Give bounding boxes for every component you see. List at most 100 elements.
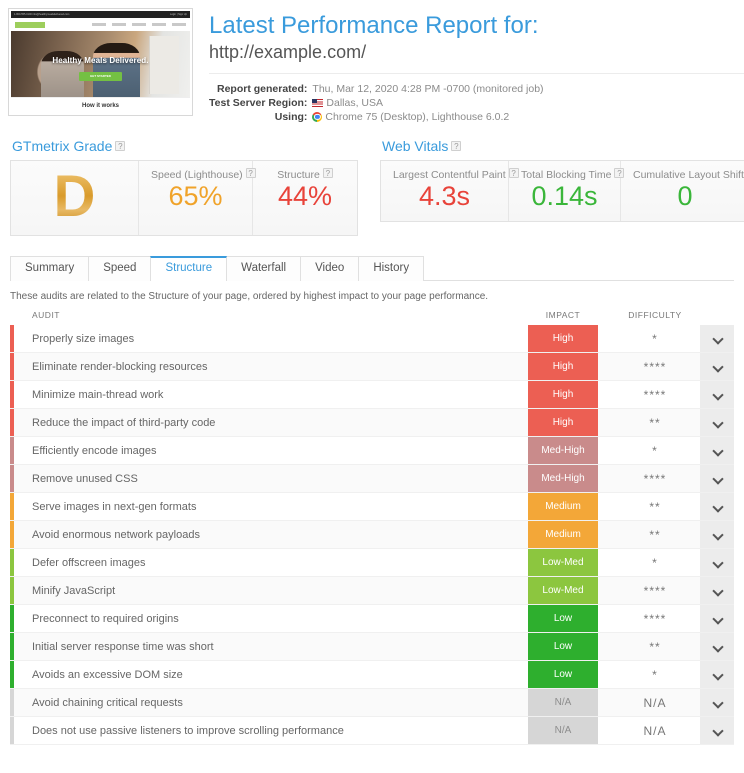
expand-row-button[interactable] [700,409,734,437]
chevron-down-icon [713,390,722,399]
help-icon-structure[interactable]: ? [322,168,333,179]
lcp-label-text: Largest Contentful Paint [393,169,506,182]
column-header-impact: IMPACT [545,310,581,321]
table-row[interactable]: Does not use passive listeners to improv… [10,717,734,746]
impact-badge: Low [528,605,598,633]
gtmetrix-grade-heading-text: GTmetrix Grade [12,138,113,155]
expand-row-button[interactable] [700,465,734,493]
chevron-down-icon [713,586,722,595]
expand-row-button[interactable] [700,353,734,381]
audit-table: AUDIT IMPACT DIFFICULTY Properly size im… [10,310,734,746]
expand-row-button[interactable] [700,661,734,689]
table-row[interactable]: Defer offscreen images Low-Med * [10,549,734,578]
expand-row-button[interactable] [700,717,734,745]
impact-badge: Low [528,633,598,661]
help-icon-web-vitals[interactable]: ? [451,141,462,152]
expand-row-button[interactable] [700,633,734,661]
report-tabs: Summary Speed Structure Waterfall Video Histo… [10,256,734,283]
table-row[interactable]: Serve images in next-gen formats Medium ** [10,493,734,522]
tab-video[interactable]: Video [300,256,360,282]
gtmetrix-report-page: 1-800-555-0100 info@healthymealsdelivere… [0,0,744,773]
audit-name: Avoid enormous network payloads [32,528,200,541]
table-row[interactable]: Eliminate render-blocking resources High *… [10,353,734,382]
impact-badge: High [528,353,598,381]
expand-row-button[interactable] [700,437,734,465]
report-header-details: Latest Performance Report for: http://ex… [193,8,744,124]
thumbnail-headline: Healthy Meals Delivered. [52,55,149,65]
speed-score-label-text: Speed (Lighthouse) [151,169,243,182]
audit-name: Efficiently encode images [32,444,157,457]
cls-card: Cumulative Layout Shift? 0 [621,161,744,221]
audit-difficulty-cell: ** [610,521,700,548]
impact-badge: Medium [528,493,598,521]
difficulty-stars: * [652,555,658,570]
audit-impact-cell: N/A [516,717,610,745]
impact-badge: N/A [528,717,598,745]
audit-difficulty-cell: **** [610,465,700,492]
page-thumbnail[interactable]: 1-800-555-0100 info@healthymealsdelivere… [8,8,193,116]
expand-row-button[interactable] [700,381,734,409]
lcp-label: Largest Contentful Paint? [393,168,519,181]
report-meta-table: Report generated: Thu, Mar 12, 2020 4:28… [209,82,544,124]
tab-history[interactable]: History [358,256,425,282]
web-vitals-heading: Web Vitals? [382,138,744,154]
thumbnail-nav-links [92,23,186,26]
audit-difficulty-cell: * [610,549,700,576]
audit-name: Serve images in next-gen formats [32,500,197,513]
expand-row-button[interactable] [700,325,734,353]
speed-score-label: Speed (Lighthouse)? [151,168,256,182]
table-row[interactable]: Properly size images High * [10,325,734,354]
tab-summary[interactable]: Summary [10,256,90,282]
column-header-audit: AUDIT [32,310,60,321]
thumbnail-topbar-left: 1-800-555-0100 info@healthymealsdelivere… [14,13,70,16]
audit-name: Eliminate render-blocking resources [32,360,208,373]
difficulty-stars: N/A [643,695,667,710]
table-row[interactable]: Minify JavaScript Low-Med **** [10,577,734,606]
expand-row-button[interactable] [700,577,734,605]
table-row[interactable]: Preconnect to required origins Low **** [10,605,734,634]
difficulty-stars: ** [649,499,661,514]
meta-row-using: Using: Chrome 75 (Desktop), Lighthouse 6… [209,110,544,124]
expand-row-button[interactable] [700,689,734,717]
chevron-down-icon [713,670,722,679]
thumbnail-cta-button: GET STARTED [79,72,122,82]
chrome-icon [312,112,323,123]
help-icon-gtmetrix-grade[interactable]: ? [115,141,126,152]
impact-badge: Low [528,661,598,689]
difficulty-stars: ** [649,415,661,430]
audit-impact-cell: Low-Med [516,549,610,577]
audit-difficulty-cell: N/A [610,689,700,716]
audit-name: Initial server response time was short [32,640,214,653]
speed-score-value: 65% [168,181,223,212]
expand-row-button[interactable] [700,493,734,521]
table-row[interactable]: Remove unused CSS Med-High **** [10,465,734,494]
audit-difficulty-cell: ** [610,409,700,436]
tab-structure[interactable]: Structure [150,256,228,283]
table-row[interactable]: Avoids an excessive DOM size Low * [10,661,734,690]
thumbnail-logo [15,21,45,28]
table-row[interactable]: Efficiently encode images Med-High * [10,437,734,466]
chevron-down-icon [713,334,722,343]
expand-row-button[interactable] [700,521,734,549]
table-row[interactable]: Reduce the impact of third-party code Hig… [10,409,734,438]
gtmetrix-grade-heading: GTmetrix Grade? [12,138,358,154]
expand-row-button[interactable] [700,549,734,577]
thumbnail-topbar: 1-800-555-0100 info@healthymealsdelivere… [11,11,190,18]
tab-speed[interactable]: Speed [88,256,152,282]
table-row[interactable]: Initial server response time was short Lo… [10,633,734,662]
audit-difficulty-cell: **** [610,605,700,632]
audit-impact-cell: Med-High [516,437,610,465]
tab-list: Summary Speed Structure Waterfall Video Histo… [10,256,734,283]
table-row[interactable]: Avoid chaining critical requests N/A N/A [10,689,734,718]
expand-row-button[interactable] [700,605,734,633]
audit-difficulty-cell: **** [610,381,700,408]
header-divider [209,73,744,75]
us-flag-icon [312,99,324,108]
report-url[interactable]: http://example.com/ [209,42,744,64]
audit-name: Defer offscreen images [32,556,146,569]
tab-waterfall[interactable]: Waterfall [226,256,302,282]
cls-value: 0 [677,181,693,212]
table-row[interactable]: Avoid enormous network payloads Medium ** [10,521,734,550]
table-row[interactable]: Minimize main-thread work High **** [10,381,734,410]
difficulty-stars: ** [649,527,661,542]
